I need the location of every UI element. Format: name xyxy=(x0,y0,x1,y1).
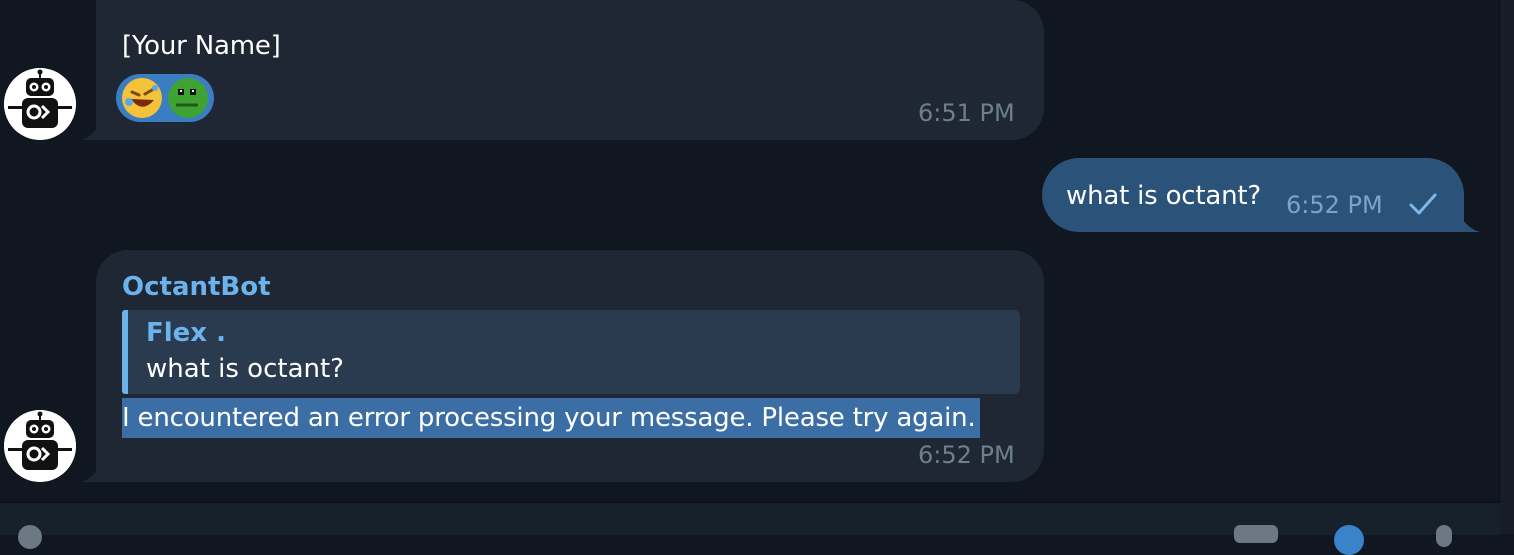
bot-avatar[interactable] xyxy=(4,68,76,140)
reply-author: Flex . xyxy=(146,318,227,348)
message-text: I encountered an error processing your m… xyxy=(122,403,976,433)
message-text: [Your Name] xyxy=(122,31,281,61)
command-icon[interactable] xyxy=(1234,525,1278,543)
robot-icon xyxy=(4,410,76,482)
single-check-icon xyxy=(1409,193,1437,215)
emoji-icon[interactable] xyxy=(1334,525,1364,555)
reply-quote[interactable]: Flex . what is octant? xyxy=(122,310,1020,394)
incoming-message-bubble[interactable]: OctantBot Flex . what is octant? I encou… xyxy=(82,250,1044,482)
attach-icon[interactable] xyxy=(18,525,42,549)
reactions-chip[interactable] xyxy=(116,74,214,122)
message-time: 6:51 PM xyxy=(918,99,1015,127)
message-time: 6:52 PM xyxy=(918,441,1015,469)
message-composer-bar xyxy=(0,502,1500,555)
chat-scrollbar[interactable] xyxy=(1499,0,1514,534)
robot-icon xyxy=(4,68,76,140)
outgoing-message-bubble[interactable]: what is octant? 6:52 PM xyxy=(1042,158,1480,232)
reply-quote-bar xyxy=(122,310,128,394)
microphone-icon[interactable] xyxy=(1436,525,1452,547)
laughing-emoji-icon xyxy=(122,78,162,118)
bubble-tail xyxy=(82,120,102,140)
incoming-message-bubble[interactable]: [Your Name] 6:51 PM xyxy=(82,0,1044,140)
sender-name[interactable]: OctantBot xyxy=(122,272,271,302)
message-text: what is octant? xyxy=(1066,181,1261,211)
bot-avatar[interactable] xyxy=(4,410,76,482)
bubble-tail xyxy=(1458,212,1480,232)
frog-sticker-icon xyxy=(168,78,208,118)
bubble-tail xyxy=(82,462,102,482)
reply-text: what is octant? xyxy=(146,354,344,384)
message-time: 6:52 PM xyxy=(1286,191,1383,219)
